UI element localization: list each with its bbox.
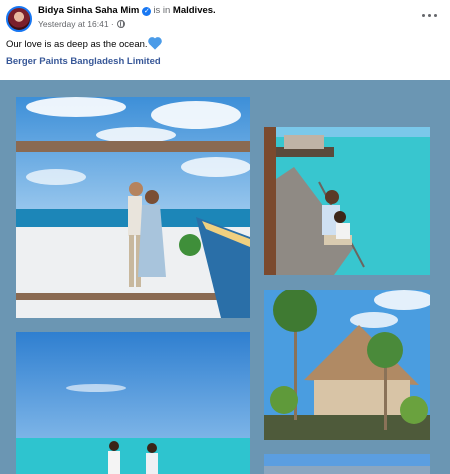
- post-meta: Yesterday at 16:41 ·: [38, 19, 126, 29]
- beach-couple-image: [16, 97, 250, 318]
- thatched-villa-image: [264, 290, 430, 440]
- post-header: Bidya Sinha Saha Mim ✓ is in Maldives. Yes…: [0, 0, 450, 36]
- author-line: Bidya Sinha Saha Mim ✓ is in Maldives.: [38, 5, 216, 16]
- more-dot-icon: [422, 14, 425, 17]
- location-link[interactable]: Maldives.: [173, 5, 216, 16]
- author-avatar[interactable]: [6, 6, 32, 32]
- sea-walk-image: [16, 332, 250, 474]
- more-dot-icon: [434, 14, 437, 17]
- verified-badge-icon: ✓: [142, 7, 152, 16]
- globe-icon[interactable]: [117, 20, 126, 28]
- more-options-button[interactable]: [422, 10, 438, 20]
- album-photo-jetty-couple[interactable]: [264, 127, 430, 275]
- partial-sea-image: [264, 454, 430, 474]
- tagged-page-link[interactable]: Berger Paints Bangladesh Limited: [6, 56, 161, 67]
- caption-text: Our love is as deep as the ocean.: [6, 39, 148, 50]
- author-name[interactable]: Bidya Sinha Saha Mim: [38, 5, 139, 16]
- album-photo-sea-walk[interactable]: [16, 332, 250, 474]
- album-photo-partial[interactable]: [264, 454, 430, 474]
- album-photo-thatched-villa[interactable]: [264, 290, 430, 440]
- photo-album: [0, 80, 450, 474]
- blue-heart-icon: [148, 38, 161, 50]
- jetty-couple-image: [264, 127, 430, 275]
- album-photo-beach-couple[interactable]: [16, 97, 250, 318]
- more-dot-icon: [428, 14, 431, 17]
- post-timestamp[interactable]: Yesterday at 16:41 ·: [38, 19, 114, 29]
- post-caption: Our love is as deep as the ocean.: [6, 38, 161, 50]
- is-in-text: is in: [153, 5, 171, 16]
